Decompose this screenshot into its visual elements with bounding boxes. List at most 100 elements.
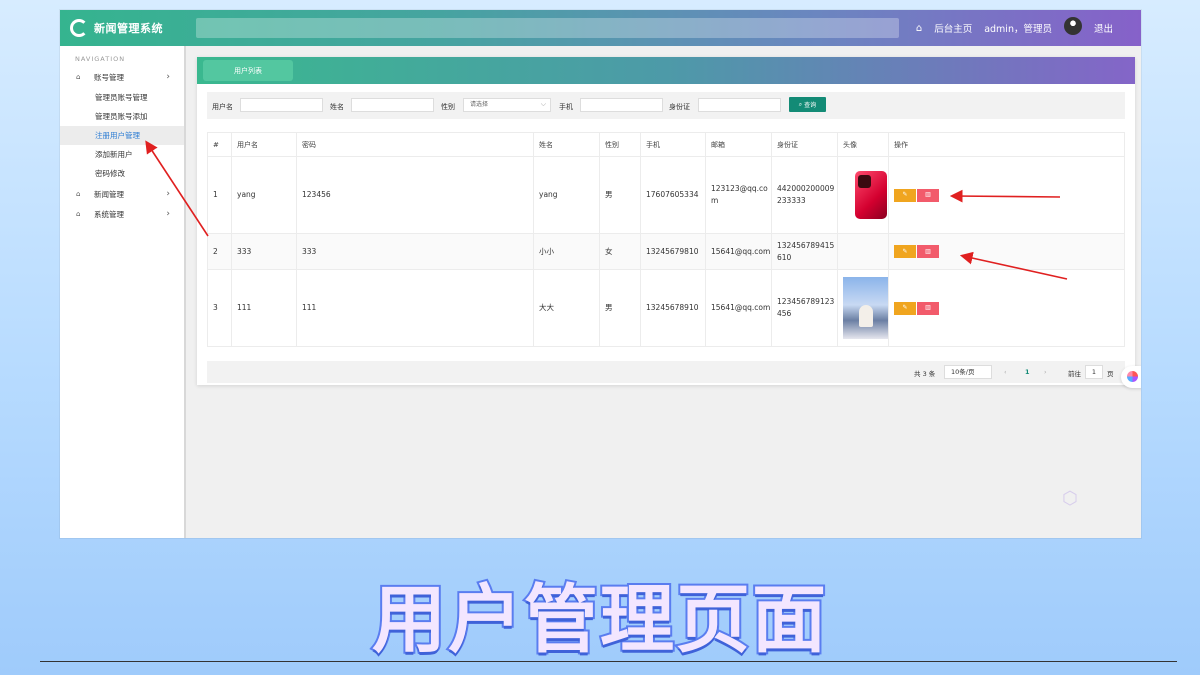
- page-number-current[interactable]: 1: [1025, 368, 1030, 376]
- user-label: admin，管理员: [984, 24, 1052, 35]
- sidebar-item-user-add[interactable]: 添加新用户: [60, 145, 184, 164]
- delete-button[interactable]: ▥: [917, 245, 939, 258]
- cell-gender: 女: [599, 233, 641, 270]
- panel-header: 用户列表: [197, 57, 1135, 84]
- sidebar-group-label: 系统管理: [94, 209, 124, 219]
- home-link[interactable]: 后台主页: [934, 21, 972, 35]
- gender-filter-select[interactable]: 请选择: [463, 98, 551, 112]
- cell-email: 15641@qq.com: [705, 269, 772, 347]
- app-title: 新闻管理系统: [94, 22, 163, 35]
- edit-button[interactable]: ✎: [894, 245, 916, 258]
- cell-name: yang: [533, 156, 600, 234]
- top-header: 新闻管理系统 ⌂ 后台主页 admin，管理员 退出: [60, 10, 1141, 46]
- cell-username: 333: [231, 233, 297, 270]
- home-icon: ⌂: [76, 190, 81, 198]
- name-filter-input[interactable]: [351, 98, 434, 112]
- pagination-total: 共 3 条: [914, 370, 936, 378]
- cell-username: 111: [231, 269, 297, 347]
- sidebar-group-label: 账号管理: [94, 72, 124, 82]
- app-screen: 新闻管理系统 ⌂ 后台主页 admin，管理员 退出 NAVIGATION ⌂ …: [60, 10, 1141, 538]
- cell-phone: 17607605334: [640, 156, 706, 234]
- cell-name: 大大: [533, 269, 600, 347]
- home-icon[interactable]: ⌂: [916, 23, 922, 34]
- username-filter-input[interactable]: [240, 98, 323, 112]
- table-row: 3 111 111 大大 男 13245678910 15641@qq.com …: [207, 269, 1125, 347]
- sidebar-item-admin-manage[interactable]: 管理员账号管理: [60, 88, 184, 107]
- avatar-image-phone: [855, 171, 887, 219]
- search-button[interactable]: ⌕ 查询: [789, 97, 826, 112]
- table-row: 2 333 333 小小 女 13245679810 15641@qq.com …: [207, 233, 1125, 270]
- table-header-row: # 用户名 密码 姓名 性别 手机 邮箱 身份证 头像 操作: [207, 132, 1125, 157]
- cell-name: 小小: [533, 233, 600, 270]
- cell-gender: 男: [599, 156, 641, 234]
- cell-index: 2: [207, 233, 232, 270]
- pagination: 共 3 条 10条/页 ‹ 1 › 前往 1 页: [207, 361, 1125, 383]
- page-size-select[interactable]: 10条/页: [944, 365, 992, 379]
- sidebar-item-user-manage[interactable]: 注册用户管理: [60, 126, 184, 145]
- cell-idcard: 123456789123456: [771, 269, 838, 347]
- chevron-right-icon: ›: [166, 189, 170, 199]
- col-email: 邮箱: [705, 132, 772, 157]
- floating-plugin-icon[interactable]: [1121, 366, 1141, 388]
- col-phone: 手机: [640, 132, 706, 157]
- idcard-filter-label: 身份证: [669, 103, 690, 111]
- col-actions: 操作: [888, 132, 1125, 157]
- col-username: 用户名: [231, 132, 297, 157]
- edit-button[interactable]: ✎: [894, 188, 916, 202]
- col-idcard: 身份证: [771, 132, 838, 157]
- col-avatar: 头像: [837, 132, 889, 157]
- cell-phone: 13245679810: [640, 233, 706, 270]
- goto-page-input[interactable]: 1: [1085, 365, 1103, 379]
- cell-gender: 男: [599, 269, 641, 347]
- edit-button[interactable]: ✎: [894, 301, 916, 315]
- col-name: 姓名: [533, 132, 600, 157]
- username-filter-label: 用户名: [212, 103, 233, 111]
- cell-password: 111: [296, 269, 534, 347]
- delete-button[interactable]: ▥: [917, 301, 939, 315]
- search-icon: ⌕: [798, 100, 803, 108]
- sidebar-group-label: 新闻管理: [94, 189, 124, 199]
- cell-password: 333: [296, 233, 534, 270]
- cell-actions: ✎ ▥: [888, 156, 1125, 234]
- cell-email: 123123@qq.com: [705, 156, 772, 234]
- cell-username: yang: [231, 156, 297, 234]
- table-row: 1 yang 123456 yang 男 17607605334 123123@…: [207, 156, 1125, 234]
- cell-index: 1: [207, 156, 232, 234]
- cell-avatar: [837, 156, 889, 234]
- top-search-bar[interactable]: [196, 18, 899, 38]
- sidebar-group-system[interactable]: ⌂ 系统管理 ›: [60, 205, 184, 223]
- filter-bar: 用户名 姓名 性别 请选择 手机 身份证 ⌕ 查询: [207, 92, 1125, 119]
- logout-link[interactable]: 退出: [1094, 21, 1113, 35]
- gender-filter-label: 性别: [441, 103, 455, 111]
- sidebar-group-news[interactable]: ⌂ 新闻管理 ›: [60, 185, 184, 203]
- content-panel: 用户列表 用户名 姓名 性别 请选择 手机 身份证 ⌕ 查询 # 用户名 密: [197, 57, 1135, 385]
- col-gender: 性别: [599, 132, 641, 157]
- watermark-icon: ⬡: [1062, 488, 1078, 509]
- sidebar-item-admin-add[interactable]: 管理员账号添加: [60, 107, 184, 126]
- cell-email: 15641@qq.com: [705, 233, 772, 270]
- cell-idcard: 132456789415610: [771, 233, 838, 270]
- search-button-label: 查询: [804, 102, 817, 109]
- phone-filter-input[interactable]: [580, 98, 663, 112]
- page-caption: 用户管理页面: [370, 575, 828, 665]
- idcard-filter-input[interactable]: [698, 98, 781, 112]
- cell-actions: ✎ ▥: [888, 233, 1125, 270]
- avatar[interactable]: [1063, 17, 1082, 35]
- home-icon: ⌂: [76, 210, 81, 218]
- cell-actions: ✎ ▥: [888, 269, 1125, 347]
- name-filter-label: 姓名: [330, 103, 344, 111]
- cell-password: 123456: [296, 156, 534, 234]
- tab-user-list[interactable]: 用户列表: [203, 60, 293, 81]
- prev-page-icon[interactable]: ‹: [1004, 368, 1007, 376]
- avatar-image-person: [843, 277, 888, 339]
- cell-idcard: 442000200009233333: [771, 156, 838, 234]
- cell-index: 3: [207, 269, 232, 347]
- app-logo-icon: [70, 19, 88, 37]
- nav-title: NAVIGATION: [75, 55, 126, 63]
- sidebar-group-account[interactable]: ⌂ 账号管理 ›: [60, 68, 184, 86]
- next-page-icon[interactable]: ›: [1044, 368, 1047, 376]
- delete-button[interactable]: ▥: [917, 188, 939, 202]
- col-index: #: [207, 132, 232, 157]
- sidebar-item-password[interactable]: 密码修改: [60, 164, 184, 183]
- home-icon: ⌂: [76, 73, 81, 81]
